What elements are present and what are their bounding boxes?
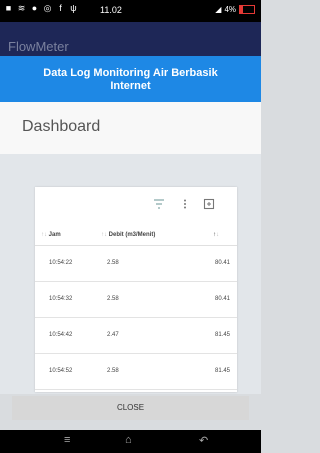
cell-extra: 81.45 xyxy=(215,368,231,374)
cell-debit: 2.58 xyxy=(107,260,119,266)
filter-icon[interactable] xyxy=(153,198,165,210)
header-title-line2: Internet xyxy=(110,80,151,92)
status-right: ◢ 4% xyxy=(215,5,255,14)
sort-icon: ↓ xyxy=(216,232,219,238)
column-header-sorted[interactable]: ↑↓ xyxy=(213,232,219,238)
cell-debit: 2.58 xyxy=(107,296,119,302)
battery-percent: 4% xyxy=(224,5,236,14)
notification-icon: ■ xyxy=(5,3,12,13)
menu-icon[interactable]: ≡ xyxy=(64,434,70,446)
wifi-icon: ≋ xyxy=(17,3,26,13)
more-vert-icon[interactable] xyxy=(179,198,191,210)
sort-icon: ↑↓ xyxy=(41,232,49,238)
cell-extra: 81.45 xyxy=(215,332,231,338)
system-nav-bar: ≡ ⌂ ↶ xyxy=(0,430,261,453)
back-icon[interactable]: ↶ xyxy=(199,434,208,447)
column-header-debit[interactable]: ↑↓ Debit (m3/Menit) xyxy=(101,232,155,238)
dashboard-section: Dashboard xyxy=(0,102,261,154)
app-bar: FlowMeter xyxy=(0,22,261,58)
table-header: ↑↓ Jam ↑↓ Debit (m3/Menit) ↑↓ xyxy=(35,225,237,246)
cell-jam: 10:54:22 xyxy=(49,260,73,266)
page-title: Dashboard xyxy=(22,118,101,135)
table-row[interactable]: 10:54:42 2.47 81.45 xyxy=(35,318,237,354)
sort-icon: ↑↓ xyxy=(101,232,109,238)
data-table-card: ↑↓ Jam ↑↓ Debit (m3/Menit) ↑↓ 10:54:22 2… xyxy=(35,187,237,392)
status-time: 11.02 xyxy=(100,5,122,15)
cell-extra: 80.41 xyxy=(215,296,231,302)
table-row[interactable]: 10:54:22 2.58 80.41 xyxy=(35,246,237,282)
battery-icon xyxy=(239,5,255,14)
signal-icon: ◢ xyxy=(215,5,222,14)
whatsapp-icon: ◎ xyxy=(43,3,52,13)
cell-extra: 80.41 xyxy=(215,260,231,266)
app-icon: ● xyxy=(31,3,38,13)
facebook-icon: f xyxy=(59,3,62,13)
cell-jam: 10:54:42 xyxy=(49,332,73,338)
table-row[interactable]: 10:54:52 2.58 81.45 xyxy=(35,354,237,390)
close-button[interactable]: CLOSE xyxy=(12,396,249,420)
table-row[interactable]: 10:54:32 2.58 80.41 xyxy=(35,282,237,318)
header-title-line1: Data Log Monitoring Air Berbasik xyxy=(43,67,218,79)
screen: ■ ≋ ● ◎ f ψ 11.02 ◢ 4% FlowMeter Data Lo… xyxy=(0,0,261,453)
status-icons: ■ ≋ ● ◎ f ψ xyxy=(4,4,78,13)
cell-jam: 10:54:52 xyxy=(49,368,73,374)
usb-icon: ψ xyxy=(70,3,77,13)
status-bar: ■ ≋ ● ◎ f ψ 11.02 ◢ 4% xyxy=(0,0,261,22)
export-icon[interactable] xyxy=(203,198,215,210)
cell-debit: 2.58 xyxy=(107,368,119,374)
cell-debit: 2.47 xyxy=(107,332,119,338)
column-header-jam[interactable]: ↑↓ Jam xyxy=(41,232,61,238)
page-header: Data Log Monitoring Air Berbasik Interne… xyxy=(0,56,261,102)
app-title: FlowMeter xyxy=(8,39,69,54)
cell-jam: 10:54:32 xyxy=(49,296,73,302)
home-icon[interactable]: ⌂ xyxy=(125,434,132,446)
